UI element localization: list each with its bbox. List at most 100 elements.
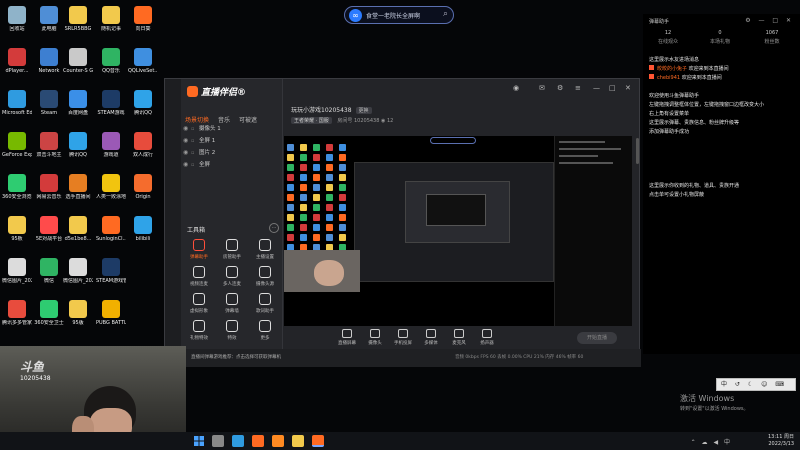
eye-icon[interactable]: ◉ [183, 135, 188, 147]
desktop-icon[interactable]: PUBG BATTLEGR... [96, 300, 126, 326]
tool-button[interactable]: 主播设置 [249, 239, 281, 265]
desktop-icon[interactable]: Network [34, 48, 64, 74]
stat-fans: 1067 粉丝数 [747, 30, 797, 45]
lock-icon[interactable]: ▫ [191, 159, 194, 171]
tool-button[interactable]: 特效 [216, 320, 248, 346]
scene-item[interactable]: ◉ ▫ 图片 2 [183, 147, 281, 159]
source-button[interactable]: 直播屏幕 [335, 329, 359, 346]
source-button[interactable]: 摄像头 [363, 329, 387, 346]
desktop-icon[interactable]: 360安全浏览器 [2, 174, 32, 200]
tool-button[interactable]: 弹幕助手 [183, 239, 215, 265]
source-button[interactable]: 手机投屏 [391, 329, 415, 346]
desktop-icon[interactable]: 网易云音乐 [34, 174, 64, 200]
eye-icon[interactable]: ◉ [183, 123, 188, 135]
desktop-icon[interactable]: 回收站 [2, 6, 32, 32]
tool-button[interactable]: 视频连麦 [183, 266, 215, 292]
source-button[interactable]: 麦克风 [447, 329, 471, 346]
desktop-icon[interactable]: 微信图片_202109... [63, 258, 93, 284]
room-title[interactable]: 玩玩小游戏10205438 [291, 107, 352, 114]
maximize-icon[interactable]: □ [609, 84, 616, 92]
top-search-pill[interactable]: ∞ 食堂一老院长全屏啊 ⌕ [344, 6, 454, 24]
desktop-icon[interactable]: 5E对战平台 [34, 216, 64, 242]
desktop-icon[interactable]: 腾讯QQ [128, 90, 158, 116]
toolbox-more-button[interactable]: ··· [269, 223, 279, 233]
eye-icon[interactable]: ◉ [183, 159, 188, 171]
desktop-icon[interactable]: 腾讯QQ [63, 132, 93, 158]
room-edit-button[interactable]: 更换 [355, 107, 372, 114]
desktop-icon[interactable]: QQ音乐 [96, 48, 126, 74]
tray-icons[interactable]: ⌃ ☁ ◀ 中 [691, 437, 732, 446]
desktop-icon[interactable]: 选手直播间 [63, 174, 93, 200]
lock-icon[interactable]: ▫ [191, 135, 194, 147]
eye-icon[interactable]: ◉ [183, 147, 188, 159]
desktop-icon[interactable]: bilibili [128, 216, 158, 242]
taskbar-live-companion-icon[interactable] [312, 435, 324, 447]
settings-icon[interactable]: ⚙ [557, 84, 563, 92]
desktop-icon[interactable]: 95板 [2, 216, 32, 242]
desktop-icon[interactable]: SunloginCl... [96, 216, 126, 242]
status-notice[interactable]: 直播间弹幕游戏推荐：点击选择可获取弹幕机 [191, 349, 281, 367]
desktop-icon[interactable]: 此电脑 [34, 6, 64, 32]
tool-button[interactable]: 房管助手 [216, 239, 248, 265]
desktop-icon[interactable]: 随机记事 [96, 6, 126, 32]
search-icon[interactable]: ⌕ [443, 9, 448, 19]
ime-toolbar[interactable]: 中 ↺ ☾ ☺ ⌨ [716, 378, 796, 391]
desktop-icon[interactable]: 双击斗地主 [34, 132, 64, 158]
scene-item[interactable]: ◉ ▫ 全屏 [183, 159, 281, 171]
desktop-icon[interactable]: Microsoft Edge [2, 90, 32, 116]
desktop-icon[interactable]: Origin [128, 174, 158, 200]
windows-start-icon[interactable] [194, 436, 204, 446]
stream-preview[interactable] [284, 136, 632, 326]
desktop-icon[interactable]: d5e1be8... [63, 216, 93, 242]
desktop-icon[interactable]: 人类一败涂地 Human Fa... [96, 174, 126, 200]
tool-button[interactable]: 虚拟形象 [183, 293, 215, 319]
desktop-icon[interactable]: 游戏道 [96, 132, 126, 158]
desktop-icon[interactable]: 百度网盘 [63, 90, 93, 116]
taskbar-folder-icon[interactable] [292, 435, 304, 447]
desktop-icon[interactable]: 微信 [34, 258, 64, 284]
menu-icon[interactable]: ≡ [575, 84, 581, 92]
desktop-icon[interactable]: 向日葵 [128, 6, 158, 32]
tool-button[interactable]: 多人连麦 [216, 266, 248, 292]
tool-button[interactable]: 弹幕墙 [216, 293, 248, 319]
desktop-icon[interactable]: SRLR5BBG [63, 6, 93, 32]
desktop-icon[interactable]: 双人成行 [128, 132, 158, 158]
chat-scrollbar[interactable] [636, 138, 639, 164]
minimize-icon[interactable]: — [593, 84, 600, 92]
tool-button[interactable]: 歌词助手 [249, 293, 281, 319]
desktop-icon[interactable]: 腾讯多多管家 [2, 300, 32, 326]
desktop-icon[interactable]: STEAM游戏管家 [96, 258, 126, 284]
taskbar-douyu-icon[interactable] [272, 435, 284, 447]
clock[interactable]: 13:11 周日 2022/3/13 [768, 434, 794, 448]
danmaku-user[interactable]: chebi941 [657, 75, 680, 81]
danmaku-user[interactable]: 皎皎的小兔子 [657, 66, 687, 72]
desktop-icon[interactable]: 微信图片_2021102... [2, 258, 32, 284]
tool-button[interactable]: 礼物特效 [183, 320, 215, 346]
desktop-icon[interactable]: dPlayer... [2, 48, 32, 74]
scene-item[interactable]: ◉ ▫ 全屏 1 [183, 135, 281, 147]
desktop-icon[interactable]: STEAM游戏 [96, 90, 126, 116]
tool-button[interactable]: 更多 [249, 320, 281, 346]
desktop-icon[interactable]: 95版 [63, 300, 93, 326]
tool-button[interactable]: 摄像头源 [249, 266, 281, 292]
close-icon[interactable]: ✕ [625, 84, 631, 92]
desktop-icon[interactable]: Counter-S Global Offe... [63, 48, 93, 74]
desktop-icon[interactable]: Steam [34, 90, 64, 116]
danmaku-window-controls[interactable]: ⚙ — □ ✕ [745, 17, 794, 24]
desktop-icon[interactable]: QQLiveSet... [128, 48, 158, 74]
desktop-icon[interactable]: 360安全卫士 [34, 300, 64, 326]
lock-icon[interactable]: ▫ [191, 123, 194, 135]
start-live-button[interactable]: 开始直播 [577, 332, 617, 344]
taskbar-search-icon[interactable] [212, 435, 224, 447]
avatar-icon[interactable]: ◉ [513, 84, 519, 92]
desktop-icon[interactable]: GeForce Experience [2, 132, 32, 158]
lock-icon[interactable]: ▫ [191, 147, 194, 159]
taskbar-edge-icon[interactable] [232, 435, 244, 447]
scene-item[interactable]: ◉ ▫ 摄像头 1 [183, 123, 281, 135]
room-category[interactable]: 王者荣耀 · 国服 [291, 117, 332, 124]
danmaku-message [649, 155, 797, 164]
source-button[interactable]: 多媒体 [419, 329, 443, 346]
taskbar-sunlogin-icon[interactable] [252, 435, 264, 447]
source-button[interactable]: 扬声器 [475, 329, 499, 346]
mail-icon[interactable]: ✉ [539, 84, 545, 92]
